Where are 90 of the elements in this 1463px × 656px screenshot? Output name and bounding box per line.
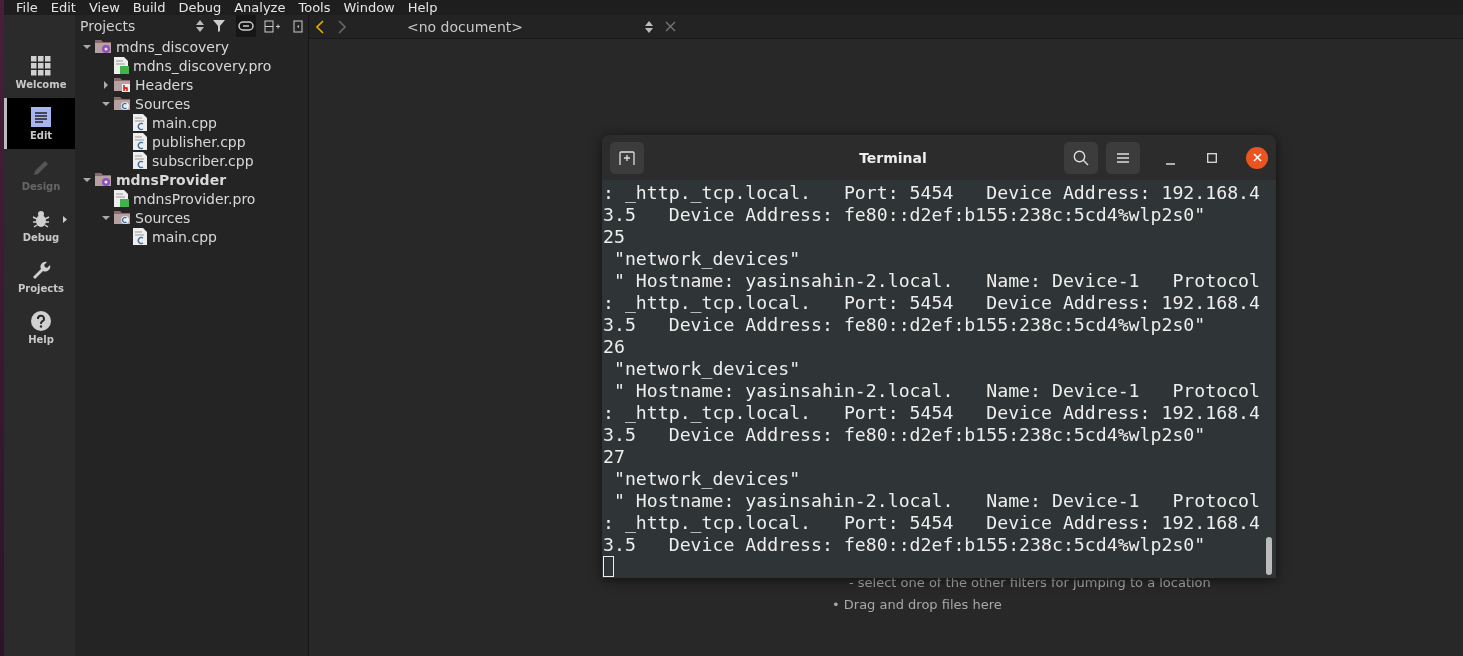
terminal-line: 27 [603, 446, 626, 468]
collapse-arrow-icon[interactable] [82, 175, 91, 184]
panel-title: Projects [80, 18, 137, 34]
close-button[interactable] [1246, 146, 1268, 169]
chevron-left-icon [316, 19, 324, 34]
terminal-line: : _http._tcp.local. Port: 5454 Device Address: 192.168.4 [603, 292, 1260, 314]
terminal-line: 25 [603, 226, 626, 248]
expand-arrow-icon[interactable] [101, 80, 110, 89]
menu-item[interactable]: Edit [50, 0, 84, 15]
tree-item[interactable]: publisher.cpp [152, 133, 246, 150]
menu-button[interactable] [1106, 141, 1140, 174]
text-cursor [603, 556, 614, 577]
tree-item[interactable]: mdns_discovery.pro [133, 57, 272, 74]
terminal-line: : _http._tcp.local. Port: 5454 Device Address: 192.168.4 [603, 512, 1260, 534]
new-tab-icon [619, 150, 635, 165]
project-folder-icon [95, 39, 112, 54]
mode-tab[interactable]: Welcome [4, 47, 75, 98]
source-folder-icon [114, 210, 131, 225]
tree-item[interactable]: subscriber.cpp [152, 152, 254, 169]
menu-item[interactable]: View [88, 0, 128, 15]
tree-item[interactable]: main.cpp [152, 114, 217, 131]
cpp-file-icon [133, 114, 148, 131]
submenu-arrow-icon [63, 216, 67, 223]
terminal-line: 3.5 Device Address: fe80::d2ef:b155:238c:5cd4%wlp2s0" [603, 424, 1207, 446]
menu-item[interactable]: Help [407, 0, 446, 15]
terminal-line: : _http._tcp.local. Port: 5454 Device Address: 192.168.4 [603, 402, 1260, 424]
mode-tab[interactable]: Help [4, 302, 75, 353]
link-button[interactable] [236, 15, 256, 37]
cpp-file-icon [133, 133, 148, 150]
filter-icon [213, 20, 227, 32]
tree-item[interactable]: Sources [135, 95, 191, 112]
tree-item[interactable]: mdns_discovery [116, 38, 229, 55]
dropdown-arrows-icon[interactable] [645, 20, 653, 33]
menu-item[interactable]: Window [343, 0, 403, 15]
scrollbar-thumb[interactable] [1266, 537, 1272, 575]
link-icon [238, 21, 254, 31]
terminal-line: " Hostname: yasinsahin-2.local. Name: Device-1 Protocol [612, 270, 1260, 292]
mode-tab[interactable]: Projects [4, 251, 75, 302]
menu-item[interactable]: Debug [178, 0, 230, 15]
menu-item[interactable]: Analyze [234, 0, 294, 15]
tree-item[interactable]: main.cpp [152, 228, 217, 245]
minimize-icon [1165, 162, 1175, 165]
split-icon [264, 19, 280, 33]
close-icon [664, 21, 676, 32]
document-icon [31, 106, 51, 127]
project-file-icon [114, 57, 129, 74]
terminal-line: " Hostname: yasinsahin-2.local. Name: Device-1 Protocol [612, 490, 1260, 512]
mode-tab[interactable]: Edit [4, 98, 75, 149]
help-icon [31, 310, 51, 331]
menu-item[interactable]: Tools [298, 0, 339, 15]
menu-item[interactable]: File [16, 0, 46, 15]
header-folder-icon [114, 77, 131, 92]
terminal-line: 3.5 Device Address: fe80::d2ef:b155:238c:5cd4%wlp2s0" [603, 204, 1207, 226]
collapse-arrow-icon[interactable] [101, 99, 110, 108]
tree-item[interactable]: Sources [135, 209, 191, 226]
terminal-line: " Hostname: yasinsahin-2.local. Name: Device-1 Protocol [612, 380, 1260, 402]
collapse-arrow-icon[interactable] [82, 42, 91, 51]
cpp-file-icon [133, 152, 148, 169]
bug-icon [31, 208, 51, 229]
collapse-arrow-icon[interactable] [101, 213, 110, 222]
grid-icon [31, 55, 51, 76]
sort-arrows-icon[interactable] [196, 20, 204, 32]
terminal-line: 26 [603, 336, 626, 358]
terminal-line: 3.5 Device Address: fe80::d2ef:b155:238c:5cd4%wlp2s0" [603, 314, 1207, 336]
menu-icon [1117, 152, 1129, 163]
terminal-line: : _http._tcp.local. Port: 5454 Device Address: 192.168.4 [603, 182, 1260, 204]
new-tab-button[interactable] [610, 141, 644, 174]
search-button[interactable] [1064, 141, 1098, 174]
terminal-line: 3.5 Device Address: fe80::d2ef:b155:238c:5cd4%wlp2s0" [603, 534, 1207, 556]
tree-item[interactable]: mdnsProvider.pro [133, 190, 256, 207]
tree-item[interactable]: Headers [135, 76, 194, 93]
terminal-line: "network_devices" [612, 468, 802, 490]
chevron-right-icon [338, 19, 346, 34]
wrench-icon [31, 259, 51, 280]
terminal-line: "network_devices" [612, 248, 802, 270]
project-file-icon [114, 190, 129, 207]
tree-item[interactable]: mdnsProvider [116, 171, 227, 188]
close-icon [1252, 153, 1262, 162]
maximize-icon [1207, 152, 1217, 163]
sidebar-icon [293, 19, 303, 33]
terminal-line: "network_devices" [612, 358, 802, 380]
project-folder-icon [95, 172, 112, 187]
window-title: Terminal [858, 149, 928, 166]
menu-item[interactable]: Build [132, 0, 174, 15]
cpp-file-icon [133, 228, 148, 245]
mode-tab[interactable]: Debug [4, 200, 75, 251]
search-icon [1073, 149, 1089, 166]
hint-text: • Drag and drop files here [832, 597, 1003, 612]
document-selector[interactable]: <no document> [353, 18, 645, 35]
source-folder-icon [114, 96, 131, 111]
